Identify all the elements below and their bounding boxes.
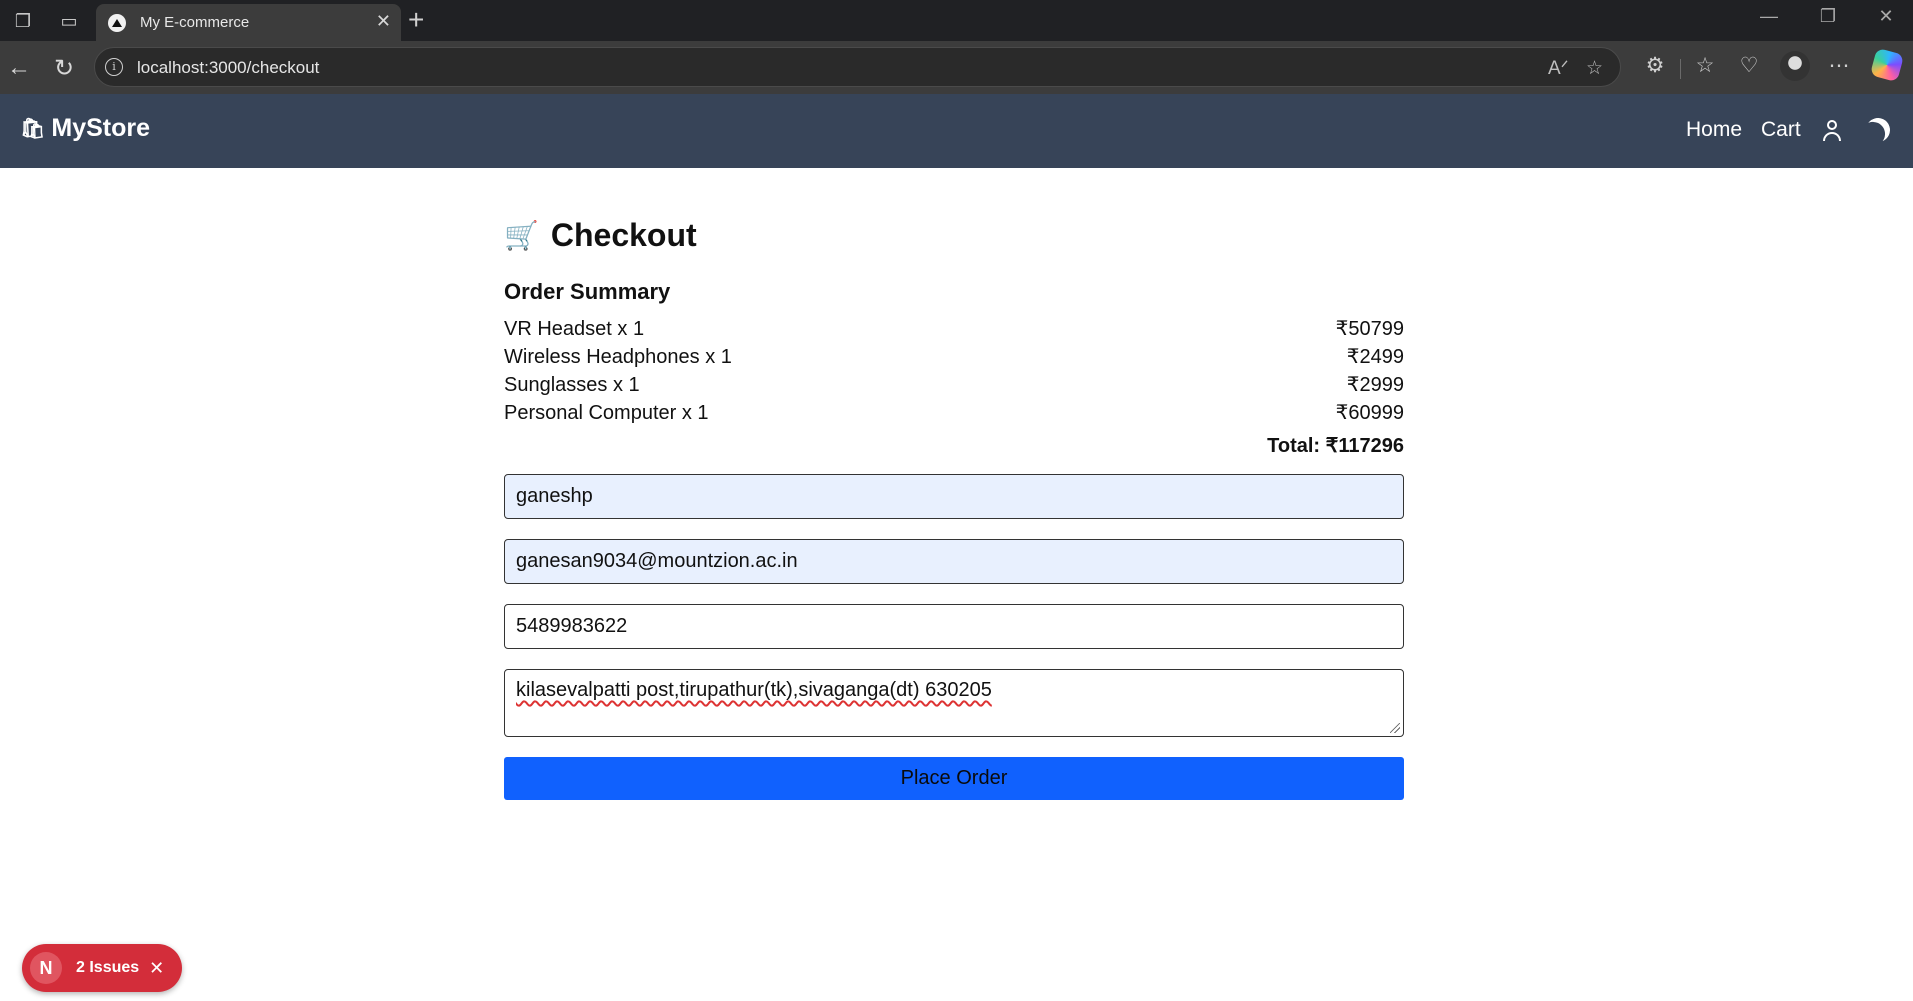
shopping-bags-icon: 🛍: [20, 118, 46, 140]
app-navbar: 🛍 MyStore Home Cart: [0, 94, 1913, 168]
order-item: VR Headset x 1 ₹50799: [504, 315, 1404, 343]
new-tab-icon[interactable]: +: [408, 4, 424, 36]
place-order-button[interactable]: Place Order: [504, 757, 1404, 800]
order-item-label: VR Headset x 1: [504, 318, 645, 340]
reload-icon[interactable]: ↻: [49, 54, 79, 83]
order-item-price: ₹2499: [1346, 346, 1404, 368]
order-summary-list: VR Headset x 1 ₹50799 Wireless Headphone…: [504, 315, 1404, 427]
order-item-price: ₹60999: [1335, 402, 1404, 424]
brand-logo[interactable]: 🛍 MyStore: [20, 114, 150, 143]
window-close-icon[interactable]: ✕: [1866, 6, 1906, 27]
restore-icon[interactable]: ❐: [1808, 6, 1848, 27]
browser-essentials-icon[interactable]: ♡: [1734, 53, 1764, 78]
tab-title: My E-commerce: [140, 14, 250, 31]
address-textarea[interactable]: kilasevalpatti post,tirupathur(tk),sivag…: [504, 669, 1404, 737]
browser-tabstrip: ❐ ▭ My E-commerce ✕ + — ❐ ✕: [0, 0, 1913, 41]
nextjs-logo-icon: N: [30, 952, 62, 984]
workspaces-icon[interactable]: ❐: [10, 8, 36, 34]
dev-issues-badge[interactable]: N 2 Issues ✕: [22, 944, 182, 992]
order-item-label: Wireless Headphones x 1: [504, 346, 732, 368]
close-icon[interactable]: ✕: [149, 958, 164, 979]
address-text: kilasevalpatti post,tirupathur(tk),sivag…: [516, 679, 992, 701]
toolbar-divider: [1680, 59, 1681, 79]
favorite-star-icon[interactable]: ☆: [1586, 57, 1603, 80]
order-item-price: ₹2999: [1346, 374, 1404, 396]
nav-cart-link[interactable]: Cart: [1761, 118, 1801, 142]
brand-name: MyStore: [51, 114, 151, 142]
phone-field[interactable]: [504, 604, 1404, 649]
copilot-icon[interactable]: [1869, 47, 1905, 83]
extensions-icon[interactable]: ⚙: [1640, 53, 1670, 78]
back-icon[interactable]: ←: [4, 54, 34, 82]
dark-mode-toggle-icon[interactable]: [1863, 115, 1894, 146]
user-icon[interactable]: [1821, 119, 1843, 143]
site-info-icon[interactable]: i: [105, 58, 123, 76]
order-item-label: Personal Computer x 1: [504, 402, 709, 424]
page-title-text: Checkout: [550, 216, 697, 253]
page-title: 🛒 Checkout: [504, 210, 1404, 260]
order-total: Total: ₹117296: [1267, 435, 1404, 457]
name-field[interactable]: [504, 474, 1404, 519]
email-field[interactable]: [504, 539, 1404, 584]
minimize-icon[interactable]: —: [1749, 6, 1789, 27]
checkout-container: 🛒 Checkout Order Summary VR Headset x 1 …: [504, 210, 1404, 800]
more-menu-icon[interactable]: ⋯: [1824, 53, 1854, 78]
tab-actions-icon[interactable]: ▭: [56, 8, 82, 34]
user-icon-head: [1827, 120, 1837, 130]
address-url[interactable]: localhost:3000/checkout: [137, 58, 319, 78]
user-icon-body: [1823, 132, 1841, 141]
cart-icon: 🛒: [504, 219, 539, 251]
browser-toolbar: ← ↻ i localhost:3000/checkout Aᐟ ☆ ⚙ ☆ ♡…: [0, 41, 1913, 94]
resize-grip-icon[interactable]: [1390, 723, 1400, 733]
browser-tab[interactable]: My E-commerce ✕: [96, 4, 401, 41]
order-summary-title: Order Summary: [504, 279, 671, 304]
tab-close-icon[interactable]: ✕: [376, 11, 391, 32]
favorites-icon[interactable]: ☆: [1690, 53, 1720, 78]
order-item: Personal Computer x 1 ₹60999: [504, 399, 1404, 427]
issues-count[interactable]: 2 Issues: [76, 959, 139, 977]
order-item: Wireless Headphones x 1 ₹2499: [504, 343, 1404, 371]
order-item-price: ₹50799: [1335, 318, 1404, 340]
nextjs-favicon-icon: [108, 14, 126, 32]
read-aloud-icon[interactable]: Aᐟ: [1548, 57, 1569, 80]
order-item: Sunglasses x 1 ₹2999: [504, 371, 1404, 399]
address-bar[interactable]: i localhost:3000/checkout Aᐟ ☆: [94, 47, 1621, 87]
nav-home-link[interactable]: Home: [1686, 118, 1742, 142]
profile-avatar[interactable]: [1780, 51, 1810, 81]
order-item-label: Sunglasses x 1: [504, 374, 640, 396]
